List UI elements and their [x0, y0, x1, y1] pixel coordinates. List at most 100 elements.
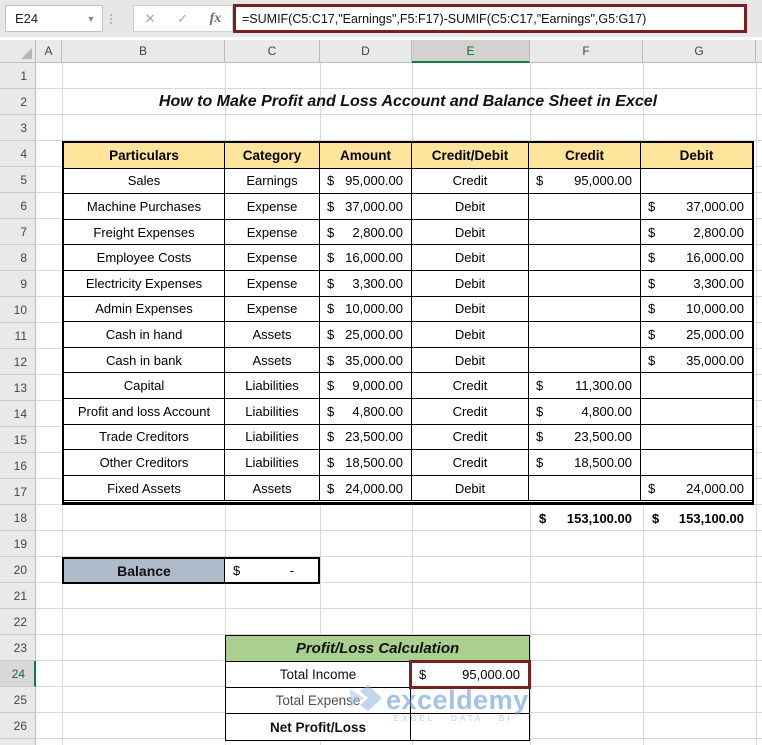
- row-header-11[interactable]: 11: [0, 323, 36, 349]
- ledger-amount[interactable]: $10,000.00: [320, 297, 412, 323]
- ledger-category[interactable]: Liabilities: [225, 425, 320, 451]
- row-header-18[interactable]: 18: [0, 505, 36, 531]
- ledger-credit[interactable]: $18,500.00: [529, 450, 641, 476]
- cancel-icon[interactable]: ✕: [145, 11, 156, 27]
- ledger-credit[interactable]: [529, 348, 641, 374]
- row-header-14[interactable]: 14: [0, 401, 36, 427]
- ledger-amount[interactable]: $4,800.00: [320, 399, 412, 425]
- ledger-header-credit-debit[interactable]: Credit/Debit: [412, 143, 529, 169]
- ledger-credit-debit[interactable]: Debit: [412, 476, 529, 502]
- row-header-6[interactable]: 6: [0, 193, 36, 219]
- ledger-amount[interactable]: $25,000.00: [320, 322, 412, 348]
- ledger-credit[interactable]: [529, 297, 641, 323]
- ledger-amount[interactable]: $16,000.00: [320, 245, 412, 271]
- column-header-B[interactable]: B: [62, 40, 225, 62]
- ledger-particulars[interactable]: Electricity Expenses: [64, 271, 225, 297]
- column-header-D[interactable]: D: [320, 40, 412, 62]
- ledger-particulars[interactable]: Admin Expenses: [64, 297, 225, 323]
- ledger-amount[interactable]: $35,000.00: [320, 348, 412, 374]
- ledger-credit-debit[interactable]: Debit: [412, 271, 529, 297]
- select-all-corner[interactable]: [0, 40, 36, 63]
- ledger-category[interactable]: Expense: [225, 245, 320, 271]
- row-header-15[interactable]: 15: [0, 427, 36, 453]
- ledger-particulars[interactable]: Fixed Assets: [64, 476, 225, 502]
- ledger-credit[interactable]: [529, 476, 641, 502]
- ledger-credit-debit[interactable]: Debit: [412, 297, 529, 323]
- column-header-G[interactable]: G: [643, 40, 756, 62]
- ledger-debit[interactable]: $35,000.00: [641, 348, 752, 374]
- row-header-23[interactable]: 23: [0, 635, 36, 661]
- ledger-header-credit[interactable]: Credit: [529, 143, 641, 169]
- row-header-25[interactable]: 25: [0, 687, 36, 713]
- ledger-category[interactable]: Earnings: [225, 169, 320, 195]
- ledger-credit-debit[interactable]: Credit: [412, 399, 529, 425]
- selected-cell-E24[interactable]: $95,000.00: [411, 662, 529, 687]
- ledger-header-amount[interactable]: Amount: [320, 143, 412, 169]
- name-box-dropdown-icon[interactable]: ▼: [80, 14, 102, 24]
- ledger-debit[interactable]: $24,000.00: [641, 476, 752, 502]
- ledger-credit-debit[interactable]: Credit: [412, 373, 529, 399]
- ledger-amount[interactable]: $2,800.00: [320, 220, 412, 246]
- ledger-credit-debit[interactable]: Debit: [412, 194, 529, 220]
- ledger-category[interactable]: Assets: [225, 322, 320, 348]
- ledger-credit-debit[interactable]: Debit: [412, 245, 529, 271]
- ledger-credit[interactable]: [529, 245, 641, 271]
- ledger-particulars[interactable]: Freight Expenses: [64, 220, 225, 246]
- ledger-particulars[interactable]: Cash in bank: [64, 348, 225, 374]
- ledger-amount[interactable]: $3,300.00: [320, 271, 412, 297]
- ledger-credit[interactable]: $11,300.00: [529, 373, 641, 399]
- ledger-particulars[interactable]: Employee Costs: [64, 245, 225, 271]
- row-header-7[interactable]: 7: [0, 219, 36, 245]
- ledger-debit[interactable]: [641, 399, 752, 425]
- balance-value-cell[interactable]: $ -: [225, 559, 318, 582]
- ledger-credit-debit[interactable]: Debit: [412, 220, 529, 246]
- ledger-category[interactable]: Assets: [225, 348, 320, 374]
- ledger-credit[interactable]: [529, 194, 641, 220]
- ledger-credit[interactable]: [529, 271, 641, 297]
- ledger-amount[interactable]: $18,500.00: [320, 450, 412, 476]
- column-header-E[interactable]: E: [412, 40, 530, 63]
- ledger-particulars[interactable]: Sales: [64, 169, 225, 195]
- ledger-header-debit[interactable]: Debit: [641, 143, 752, 169]
- ledger-debit[interactable]: $10,000.00: [641, 297, 752, 323]
- ledger-debit[interactable]: $25,000.00: [641, 322, 752, 348]
- ledger-amount[interactable]: $23,500.00: [320, 425, 412, 451]
- row-header-3[interactable]: 3: [0, 115, 36, 141]
- row-header-22[interactable]: 22: [0, 609, 36, 635]
- ledger-particulars[interactable]: Other Creditors: [64, 450, 225, 476]
- ledger-amount[interactable]: $24,000.00: [320, 476, 412, 502]
- row-header-20[interactable]: 20: [0, 557, 36, 583]
- row-header-5[interactable]: 5: [0, 167, 36, 193]
- ledger-credit-debit[interactable]: Credit: [412, 169, 529, 195]
- ledger-credit[interactable]: $95,000.00: [529, 169, 641, 195]
- ledger-credit[interactable]: [529, 322, 641, 348]
- column-header-A[interactable]: A: [36, 40, 62, 62]
- ledger-particulars[interactable]: Machine Purchases: [64, 194, 225, 220]
- row-header-26[interactable]: 26: [0, 713, 36, 739]
- ledger-credit-debit[interactable]: Debit: [412, 322, 529, 348]
- row-header-21[interactable]: 21: [0, 583, 36, 609]
- row-header-10[interactable]: 10: [0, 297, 36, 323]
- ledger-particulars[interactable]: Trade Creditors: [64, 425, 225, 451]
- row-header-1[interactable]: 1: [0, 63, 36, 89]
- row-header-12[interactable]: 12: [0, 349, 36, 375]
- ledger-debit[interactable]: $2,800.00: [641, 220, 752, 246]
- column-header-C[interactable]: C: [225, 40, 320, 62]
- row-header-4[interactable]: 4: [0, 141, 36, 167]
- ledger-category[interactable]: Assets: [225, 476, 320, 502]
- row-header-8[interactable]: 8: [0, 245, 36, 271]
- ledger-debit[interactable]: [641, 450, 752, 476]
- ledger-category[interactable]: Liabilities: [225, 399, 320, 425]
- row-header-24[interactable]: 24: [0, 661, 36, 687]
- ledger-debit[interactable]: [641, 169, 752, 195]
- row-header-19[interactable]: 19: [0, 531, 36, 557]
- ledger-credit[interactable]: [529, 220, 641, 246]
- ledger-category[interactable]: Liabilities: [225, 373, 320, 399]
- profit-loss-value[interactable]: [411, 714, 529, 740]
- ledger-category[interactable]: Expense: [225, 194, 320, 220]
- ledger-credit-debit[interactable]: Credit: [412, 425, 529, 451]
- ledger-header-category[interactable]: Category: [225, 143, 320, 169]
- ledger-particulars[interactable]: Profit and loss Account: [64, 399, 225, 425]
- ledger-credit-debit[interactable]: Credit: [412, 450, 529, 476]
- ledger-debit[interactable]: [641, 425, 752, 451]
